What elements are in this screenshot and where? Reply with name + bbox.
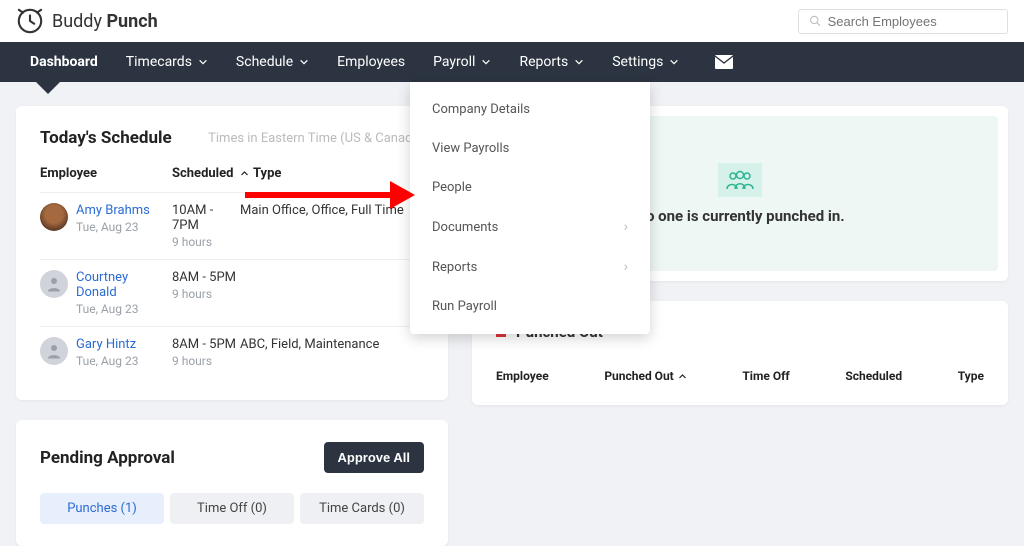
chevron-down-icon [574, 57, 584, 67]
chevron-right-icon: › [624, 259, 628, 275]
payroll-dropdown: Company Details View Payrolls People Doc… [410, 82, 650, 334]
dd-company-details[interactable]: Company Details [410, 90, 650, 129]
card-title: Today's Schedule [40, 128, 172, 148]
scheduled-time: 10AM - 7PM [172, 203, 240, 233]
schedule-row: Courtney Donald Tue, Aug 23 8AM - 5PM 9 … [40, 259, 424, 326]
punched-out-header: Employee Punched Out Time Off Scheduled … [496, 369, 984, 383]
employee-date: Tue, Aug 23 [76, 354, 139, 368]
chevron-down-icon [481, 57, 491, 67]
card-title: Pending Approval [40, 448, 175, 468]
people-icon [718, 163, 762, 197]
nav-dashboard[interactable]: Dashboard [16, 42, 112, 82]
dd-people[interactable]: People [410, 168, 650, 207]
dd-run-payroll[interactable]: Run Payroll [410, 287, 650, 326]
card-pending-approval: Pending Approval Approve All Punches (1)… [16, 420, 448, 546]
scheduled-time: 8AM - 5PM [172, 270, 240, 285]
nav-mail[interactable] [701, 42, 747, 82]
avatar [40, 270, 68, 298]
employee-name[interactable]: Gary Hintz [76, 337, 139, 352]
nav-settings[interactable]: Settings [598, 42, 693, 82]
chevron-down-icon [299, 57, 309, 67]
scheduled-hours: 9 hours [172, 235, 240, 249]
col-employee[interactable]: Employee [496, 369, 549, 383]
clock-logo-icon [16, 7, 44, 35]
col-scheduled[interactable]: Scheduled [845, 369, 902, 383]
avatar [40, 203, 68, 231]
topbar: Buddy Punch [0, 0, 1024, 42]
tab-time-off[interactable]: Time Off (0) [170, 493, 294, 524]
punched-in-empty-text: No one is currently punched in. [635, 207, 844, 225]
envelope-icon [715, 55, 733, 69]
annotation-arrow [245, 175, 415, 215]
chevron-down-icon [198, 57, 208, 67]
col-punched-out[interactable]: Punched Out [604, 369, 686, 383]
employee-date: Tue, Aug 23 [76, 302, 172, 316]
col-type[interactable]: Type [958, 369, 984, 383]
dd-documents[interactable]: Documents› [410, 207, 650, 247]
timezone-label: Times in Eastern Time (US & Canada) [208, 131, 424, 146]
employee-name[interactable]: Courtney Donald [76, 270, 172, 300]
nav-employees[interactable]: Employees [323, 42, 419, 82]
chevron-down-icon [669, 57, 679, 67]
logo[interactable]: Buddy Punch [16, 7, 158, 35]
scheduled-hours: 9 hours [172, 287, 240, 301]
tab-punches[interactable]: Punches (1) [40, 493, 164, 524]
nav-schedule[interactable]: Schedule [222, 42, 323, 82]
nav-timecards[interactable]: Timecards [112, 42, 222, 82]
col-scheduled[interactable]: Scheduled [172, 166, 240, 181]
search-box[interactable] [798, 9, 1008, 34]
pending-tabs: Punches (1) Time Off (0) Time Cards (0) [40, 493, 424, 524]
chevron-right-icon: › [624, 219, 628, 235]
nav-reports[interactable]: Reports [505, 42, 598, 82]
schedule-type: ABC, Field, Maintenance [240, 337, 379, 352]
schedule-row: Gary Hintz Tue, Aug 23 8AM - 5PM 9 hours… [40, 326, 424, 378]
dd-view-payrolls[interactable]: View Payrolls [410, 129, 650, 168]
approve-all-button[interactable]: Approve All [324, 442, 424, 473]
avatar [40, 337, 68, 365]
scheduled-hours: 9 hours [172, 354, 240, 368]
col-employee[interactable]: Employee [40, 166, 172, 181]
sort-asc-icon [678, 372, 687, 381]
scheduled-time: 8AM - 5PM [172, 337, 240, 352]
navbar: Dashboard Timecards Schedule Employees P… [0, 42, 1024, 82]
employee-name[interactable]: Amy Brahms [76, 203, 150, 218]
tab-time-cards[interactable]: Time Cards (0) [300, 493, 424, 524]
card-todays-schedule: Today's Schedule Times in Eastern Time (… [16, 106, 448, 400]
employee-date: Tue, Aug 23 [76, 220, 150, 234]
col-time-off[interactable]: Time Off [742, 369, 789, 383]
nav-payroll[interactable]: Payroll [419, 42, 505, 82]
search-input[interactable] [828, 14, 997, 29]
search-icon [809, 14, 822, 28]
dd-reports[interactable]: Reports› [410, 247, 650, 287]
active-pointer [36, 82, 60, 94]
logo-text: Buddy Punch [52, 11, 158, 32]
